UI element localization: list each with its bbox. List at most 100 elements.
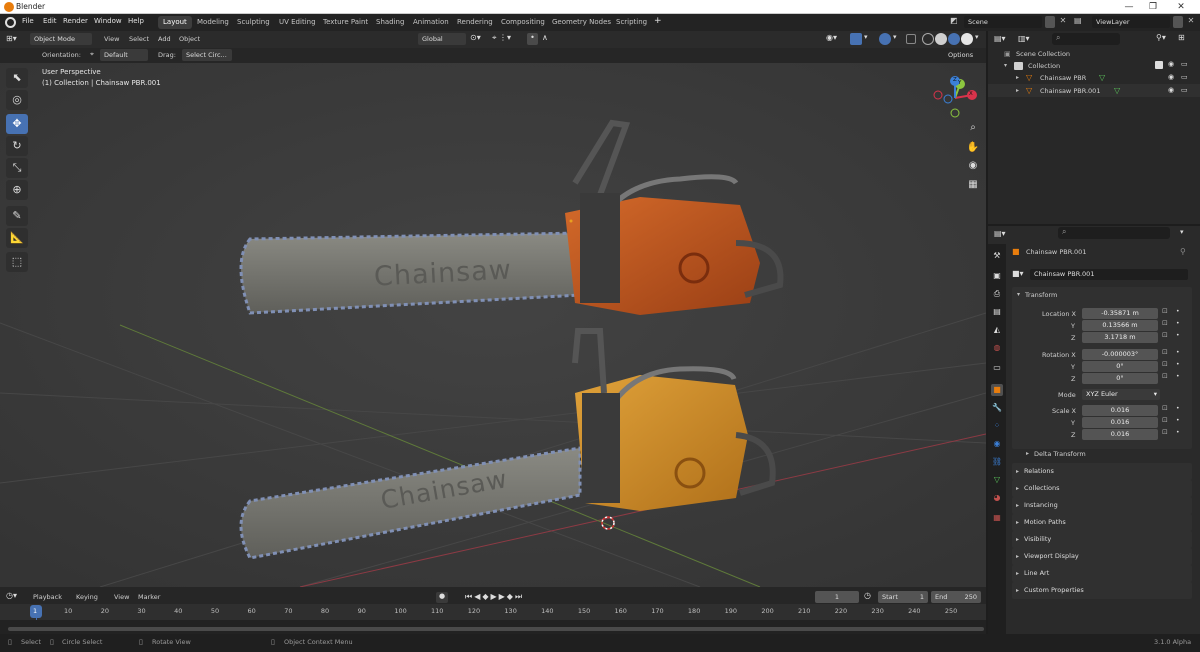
lock-icon[interactable]: ⊡ — [1162, 348, 1168, 356]
properties-editor-type-icon[interactable]: ▤▾ — [994, 229, 1010, 240]
keyframe-dot-icon[interactable]: • — [1176, 417, 1180, 424]
rotation-z-field[interactable]: 0° — [1082, 373, 1158, 384]
overlays-dropdown-icon[interactable]: ▾ — [893, 33, 901, 45]
keyframe-dot-icon[interactable]: • — [1176, 308, 1180, 315]
timeline-editor-type-icon[interactable]: ◷▾ — [6, 591, 24, 602]
transform-orientation-dropdown[interactable]: Global — [418, 33, 466, 45]
timeline-menu-keying[interactable]: Keying — [76, 593, 98, 601]
tab-scripting[interactable]: Scripting — [611, 16, 652, 29]
tab-layout[interactable]: Layout — [158, 16, 192, 29]
rotate-tool-icon[interactable]: ↻ — [6, 136, 28, 156]
new-collection-icon[interactable]: ⊞ — [1178, 33, 1190, 45]
pin-icon[interactable]: ⚲ — [1180, 247, 1186, 256]
outliner-item-scene-collection[interactable]: Scene Collection — [1016, 50, 1070, 58]
options-dropdown[interactable]: Options — [944, 49, 982, 61]
outliner-item-chainsaw-pbr[interactable]: Chainsaw PBR — [1040, 74, 1086, 82]
collection-checkbox[interactable] — [1155, 61, 1163, 69]
display-mode-icon[interactable]: ▥▾ — [1018, 34, 1034, 45]
render-tab-icon[interactable]: ▣ — [991, 270, 1003, 282]
cursor-tool-icon[interactable]: ◎ — [6, 90, 28, 110]
playback-controls[interactable]: ⏮◀◆▶▶◆⏭ — [465, 592, 524, 602]
outliner-item-chainsaw-pbr-001[interactable]: Chainsaw PBR.001 — [1040, 87, 1100, 95]
mode-dropdown[interactable]: Object Mode — [30, 33, 92, 45]
physics-tab-icon[interactable]: ◉ — [991, 438, 1003, 450]
keyframe-dot-icon[interactable]: • — [1176, 429, 1180, 436]
measure-tool-icon[interactable]: 📐 — [6, 228, 28, 248]
end-frame-field[interactable]: End 250 — [931, 591, 981, 603]
location-z-field[interactable]: 3.1718 m — [1082, 332, 1158, 343]
chainsaw-001-render-icon[interactable]: ▭ — [1181, 86, 1188, 94]
viewport-menu-add[interactable]: Add — [158, 35, 171, 43]
xray-icon[interactable] — [906, 34, 916, 44]
keyframe-dot-icon[interactable]: • — [1176, 361, 1180, 368]
collection-tab-icon[interactable]: ▭ — [991, 362, 1003, 374]
motion-paths-panel[interactable]: Motion Paths — [1012, 514, 1192, 531]
select-tool-icon[interactable]: ⬉ — [6, 68, 28, 88]
maximize-button[interactable]: ❐ — [1142, 1, 1164, 13]
scene-name-field[interactable]: Scene — [964, 16, 1042, 28]
menu-edit[interactable]: Edit — [43, 17, 57, 25]
zoom-icon[interactable]: ⌕ — [964, 119, 982, 137]
lock-icon[interactable]: ⊡ — [1162, 416, 1168, 424]
chainsaw-001-expand-icon[interactable]: ▸ — [1016, 87, 1019, 94]
record-keyframe-icon[interactable]: ● — [436, 592, 448, 603]
menu-help[interactable]: Help — [128, 17, 144, 25]
scene-tab-icon[interactable]: ◭ — [991, 324, 1003, 336]
blender-menu-icon[interactable] — [5, 17, 16, 28]
location-y-field[interactable]: 0.13566 m — [1082, 320, 1158, 331]
material-shading-icon[interactable] — [948, 33, 960, 45]
rotation-mode-dropdown[interactable]: XYZ Euler ▾ — [1082, 389, 1160, 400]
chainsaw-001-visibility-icon[interactable]: ◉ — [1168, 86, 1174, 94]
menu-window[interactable]: Window — [94, 17, 122, 25]
constraints-tab-icon[interactable]: ⛓ — [991, 456, 1003, 468]
close-button[interactable]: ✕ — [1170, 1, 1192, 13]
viewport-display-panel[interactable]: Viewport Display — [1012, 548, 1192, 565]
lock-icon[interactable]: ⊡ — [1162, 372, 1168, 380]
keyframe-dot-icon[interactable]: • — [1176, 349, 1180, 356]
scale-x-field[interactable]: 0.016 — [1082, 405, 1158, 416]
tab-texture-paint[interactable]: Texture Paint — [318, 16, 373, 29]
start-frame-field[interactable]: Start 1 — [878, 591, 928, 603]
texture-tab-icon[interactable]: ▦ — [991, 512, 1003, 524]
tab-uv-editing[interactable]: UV Editing — [274, 16, 321, 29]
perspective-toggle-icon[interactable]: ▦ — [964, 176, 982, 194]
timeline-track-area[interactable] — [0, 620, 986, 634]
orientation-dropdown[interactable]: Default — [100, 49, 148, 61]
keyframe-dot-icon[interactable]: • — [1176, 320, 1180, 327]
lock-icon[interactable]: ⊡ — [1162, 307, 1168, 315]
rendered-shading-icon[interactable] — [961, 33, 973, 45]
filter-icon[interactable]: ⚲▾ — [1156, 33, 1172, 45]
lock-icon[interactable]: ⊡ — [1162, 404, 1168, 412]
new-view-layer-icon[interactable] — [1173, 16, 1183, 28]
transform-tool-icon[interactable]: ⊕ — [6, 180, 28, 200]
viewport-menu-view[interactable]: View — [104, 35, 119, 43]
properties-search-input[interactable]: ⌕ — [1058, 227, 1170, 239]
data-tab-icon[interactable]: ▽ — [991, 474, 1003, 486]
tab-modeling[interactable]: Modeling — [192, 16, 234, 29]
instancing-panel[interactable]: Instancing — [1012, 497, 1192, 514]
menu-render[interactable]: Render — [63, 17, 88, 25]
collection-render-icon[interactable]: ▭ — [1181, 60, 1188, 68]
transform-collapse-icon[interactable]: ▾ — [1017, 291, 1020, 298]
menu-file[interactable]: File — [22, 17, 34, 25]
collection-expand-icon[interactable]: ▾ — [1004, 62, 1007, 69]
tab-rendering[interactable]: Rendering — [452, 16, 498, 29]
view-layer-field[interactable]: ViewLayer — [1092, 16, 1170, 28]
pivot-point-icon[interactable]: ⊙▾ — [470, 33, 488, 45]
tab-geometry-nodes[interactable]: Geometry Nodes — [547, 16, 616, 29]
shading-dropdown-icon[interactable]: ▾ — [975, 33, 983, 45]
object-browse-icon[interactable]: ■▾ — [1012, 269, 1030, 280]
timeline-menu-marker[interactable]: Marker — [138, 593, 160, 601]
timeline-ruler[interactable]: 1 10 20 30 40 50 60 70 80 90 100 110 120 130 140 150 160… — [0, 604, 986, 630]
scale-tool-icon[interactable]: ⤡ — [6, 158, 28, 178]
lock-icon[interactable]: ⊡ — [1162, 331, 1168, 339]
particles-tab-icon[interactable]: ⁘ — [991, 420, 1003, 432]
rotation-y-field[interactable]: 0° — [1082, 361, 1158, 372]
delete-scene-icon[interactable]: ✕ — [1058, 16, 1068, 28]
outliner-search-input[interactable]: ⌕ — [1052, 33, 1120, 45]
properties-options-icon[interactable]: ▾ — [1180, 228, 1184, 236]
output-tab-icon[interactable]: ⎙ — [991, 288, 1003, 300]
annotate-tool-icon[interactable]: ✎ — [6, 206, 28, 226]
modifiers-tab-icon[interactable]: 🔧 — [991, 402, 1003, 414]
current-frame-field[interactable]: 1 — [815, 591, 859, 603]
